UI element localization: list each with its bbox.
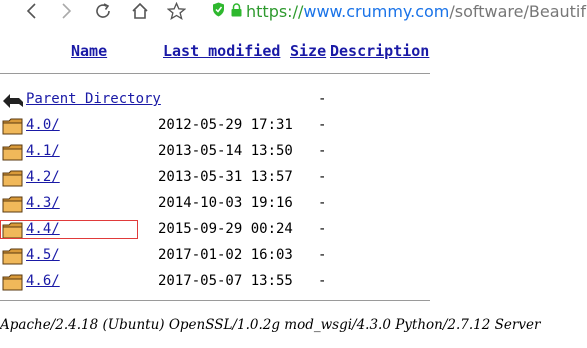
highlight-box [0,220,138,239]
parent-directory-row: Parent Directory - [0,89,430,111]
row-size: - [318,117,327,133]
row-name-link[interactable]: 4.6/ [26,273,60,289]
row-name-link[interactable]: 4.2/ [26,169,60,185]
row-modified: 2015-09-29 00:24 [158,221,293,237]
table-row: 4.3/ 2014-10-03 19:16 - [0,193,430,215]
folder-icon [2,196,23,217]
back-arrow-icon [2,92,24,114]
parent-directory-size: - [318,91,327,107]
row-size: - [318,247,327,263]
parent-directory-link[interactable]: Parent Directory [26,91,161,107]
row-modified: 2013-05-14 13:50 [158,143,293,159]
row-modified: 2017-01-02 16:03 [158,247,293,263]
row-size: - [318,143,327,159]
row-size: - [318,273,327,289]
row-name-link[interactable]: 4.0/ [26,117,60,133]
url-text: https://www.crummy.com/software/Beautifu… [246,2,587,21]
table-row: 4.2/ 2013-05-31 13:57 - [0,167,430,189]
folder-icon [2,118,23,139]
table-row: 4.5/ 2017-01-02 16:03 - [0,245,430,267]
address-bar[interactable]: https://www.crummy.com/software/Beautifu… [206,0,587,22]
browser-toolbar: https://www.crummy.com/software/Beautifu… [0,0,587,22]
url-prefix: https:// [246,1,304,21]
row-modified: 2013-05-31 13:57 [158,169,293,185]
reload-icon[interactable] [91,0,115,22]
folder-icon [2,170,23,191]
table-row: 4.6/ 2017-05-07 13:55 - [0,271,430,293]
row-size: - [318,169,327,185]
table-row: 4.1/ 2013-05-14 13:50 - [0,141,430,163]
forward-icon[interactable] [54,0,78,22]
folder-icon [2,274,23,295]
row-name-link[interactable]: 4.5/ [26,247,60,263]
home-icon[interactable] [128,0,152,22]
row-name-link[interactable]: 4.3/ [26,195,60,211]
folder-icon [2,144,23,165]
url-path: /software/BeautifulS [449,1,587,21]
row-modified: 2017-05-07 13:55 [158,273,293,289]
row-modified: 2012-05-29 17:31 [158,117,293,133]
star-icon[interactable] [164,0,188,22]
footer-divider [0,300,430,301]
back-icon[interactable] [20,0,44,22]
table-row: 4.0/ 2012-05-29 17:31 - [0,115,430,137]
row-modified: 2014-10-03 19:16 [158,195,293,211]
url-host: www.crummy.com [303,1,450,21]
server-signature: Apache/2.4.18 (Ubuntu) OpenSSL/1.0.2g mo… [0,317,541,333]
row-size: - [318,221,327,237]
lock-icon [231,2,242,21]
secure-shield-icon [212,2,225,21]
row-size: - [318,195,327,211]
header-size-link[interactable]: Size [290,42,326,60]
header-description-link[interactable]: Description [330,42,429,60]
header-divider [0,73,430,74]
folder-icon [2,248,23,269]
header-last-modified-link[interactable]: Last modified [163,42,280,60]
row-name-link[interactable]: 4.1/ [26,143,60,159]
header-name-link[interactable]: Name [71,42,107,60]
